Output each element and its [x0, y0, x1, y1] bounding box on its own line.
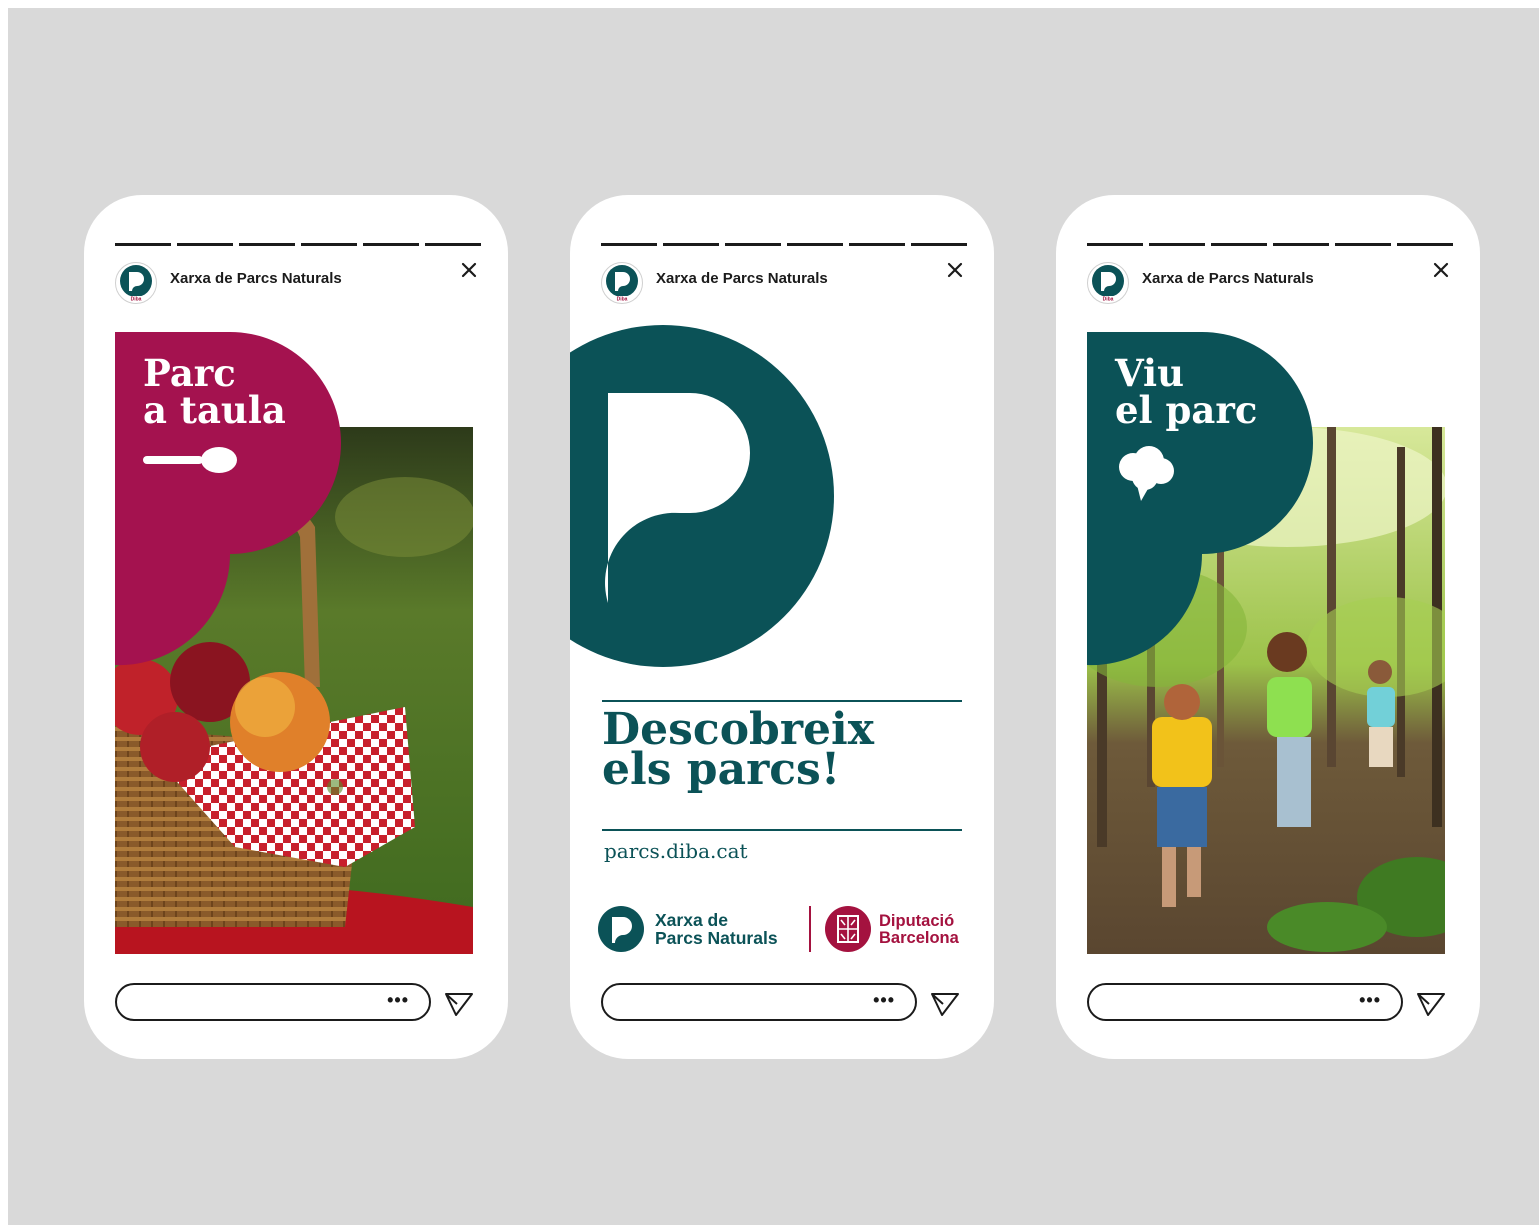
divider-line: [602, 700, 962, 702]
close-icon[interactable]: [1432, 261, 1450, 279]
parcs-logo-icon: Diba: [1092, 265, 1124, 303]
progress-segment: [301, 243, 357, 246]
progress-segment: [1149, 243, 1205, 246]
diputacio-seal-icon: [825, 906, 871, 952]
progress-segment: [601, 243, 657, 246]
close-icon[interactable]: [460, 261, 478, 279]
close-icon[interactable]: [946, 261, 964, 279]
avatar-badge: Diba: [617, 297, 628, 303]
progress-segment: [849, 243, 905, 246]
speech-cloud-icon: [1119, 446, 1174, 501]
progress-segment: [911, 243, 967, 246]
parcs-logo-icon: Diba: [120, 265, 152, 303]
parcs-logo-icon: Diba: [606, 265, 638, 303]
diputacio-logo-text: Diputació Barcelona: [879, 912, 959, 947]
progress-segment: [663, 243, 719, 246]
account-name[interactable]: Xarxa de Parcs Naturals: [1142, 270, 1314, 287]
progress-segment: [787, 243, 843, 246]
xarxa-parcs-logo-icon: [598, 906, 644, 952]
account-name[interactable]: Xarxa de Parcs Naturals: [170, 270, 342, 287]
progress-segment: [1273, 243, 1329, 246]
progress-segment: [425, 243, 481, 246]
story-headline: Parc a taula: [143, 351, 286, 432]
website-link[interactable]: parcs.diba.cat: [604, 839, 748, 863]
story-card-descobreix: Diba Xarxa de Parcs Naturals Descobreix …: [570, 195, 994, 1059]
account-name[interactable]: Xarxa de Parcs Naturals: [656, 270, 828, 287]
progress-segment: [1397, 243, 1453, 246]
story-headline: Viu el parc: [1115, 351, 1258, 432]
parcs-big-logo: [570, 325, 834, 667]
progress-segment: [363, 243, 419, 246]
logo-divider: [809, 906, 811, 952]
more-options-icon[interactable]: •••: [387, 990, 409, 1011]
spoon-icon: [143, 447, 237, 473]
progress-segment: [725, 243, 781, 246]
presentation-canvas: Diba Xarxa de Parcs Naturals Parc a taul…: [8, 8, 1539, 1225]
story-progress-bar: [115, 243, 481, 246]
progress-segment: [1335, 243, 1391, 246]
more-options-icon[interactable]: •••: [1359, 990, 1381, 1011]
reply-input[interactable]: •••: [1087, 983, 1403, 1021]
send-icon[interactable]: [930, 991, 960, 1017]
account-avatar[interactable]: Diba: [115, 262, 157, 304]
xarxa-parcs-logo-text: Xarxa de Parcs Naturals: [655, 910, 778, 948]
progress-segment: [239, 243, 295, 246]
more-options-icon[interactable]: •••: [873, 990, 895, 1011]
account-avatar[interactable]: Diba: [601, 262, 643, 304]
progress-segment: [1087, 243, 1143, 246]
story-card-parc-a-taula: Diba Xarxa de Parcs Naturals Parc a taul…: [84, 195, 508, 1059]
story-progress-bar: [601, 243, 967, 246]
account-avatar[interactable]: Diba: [1087, 262, 1129, 304]
progress-segment: [177, 243, 233, 246]
divider-line: [602, 829, 962, 831]
story-card-viu-el-parc: Diba Xarxa de Parcs Naturals Viu el parc…: [1056, 195, 1480, 1059]
send-icon[interactable]: [444, 991, 474, 1017]
avatar-badge: Diba: [1103, 297, 1114, 303]
reply-input[interactable]: •••: [601, 983, 917, 1021]
avatar-badge: Diba: [131, 297, 142, 303]
reply-input[interactable]: •••: [115, 983, 431, 1021]
send-icon[interactable]: [1416, 991, 1446, 1017]
cta-heading: Descobreix els parcs!: [602, 704, 874, 795]
progress-segment: [115, 243, 171, 246]
progress-segment: [1211, 243, 1267, 246]
story-progress-bar: [1087, 243, 1453, 246]
